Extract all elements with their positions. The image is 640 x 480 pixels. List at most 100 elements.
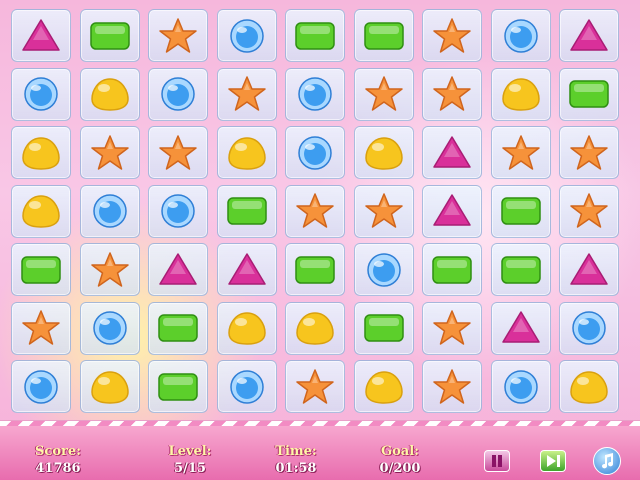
level-value: 5/15 xyxy=(174,461,206,476)
board-tile[interactable] xyxy=(490,243,551,296)
bubble-gem-icon xyxy=(572,311,606,345)
board-tile[interactable] xyxy=(353,67,414,121)
goal-stat: Goal: 0/200 xyxy=(360,444,440,476)
board-tile[interactable] xyxy=(422,301,482,355)
star-gem-icon xyxy=(22,310,60,345)
board-tile[interactable] xyxy=(216,243,277,296)
board-tile[interactable] xyxy=(353,301,414,355)
drop-gem-icon xyxy=(227,312,266,345)
board-tile[interactable] xyxy=(285,67,345,121)
bubble-gem-icon xyxy=(161,77,195,111)
bubble-gem-icon xyxy=(229,369,264,404)
board-tile[interactable] xyxy=(216,301,277,355)
board-tile[interactable] xyxy=(148,243,208,296)
board-tile[interactable] xyxy=(422,184,482,238)
drop-gem-icon xyxy=(22,195,60,228)
pause-button[interactable] xyxy=(484,450,510,472)
board-tile[interactable] xyxy=(490,360,551,413)
rectangle-gem-icon xyxy=(363,21,404,50)
board-tile[interactable] xyxy=(285,243,345,296)
bubble-gem-icon xyxy=(161,194,195,228)
board-tile[interactable] xyxy=(148,67,208,121)
board-tile[interactable] xyxy=(148,9,208,62)
score-stat: Score: 41786 xyxy=(18,444,98,476)
rectangle-gem-icon xyxy=(226,197,267,225)
board-tile[interactable] xyxy=(559,243,619,296)
star-gem-icon xyxy=(90,251,129,287)
bubble-gem-icon xyxy=(366,252,401,287)
star-gem-icon xyxy=(433,310,471,345)
board-tile[interactable] xyxy=(422,126,482,179)
board-tile[interactable] xyxy=(11,243,71,296)
board-tile[interactable] xyxy=(11,184,71,238)
music-button[interactable] xyxy=(593,447,621,475)
board-tile[interactable] xyxy=(285,301,345,355)
board-tile[interactable] xyxy=(422,9,482,62)
board-tile[interactable] xyxy=(79,126,140,179)
board-tile[interactable] xyxy=(285,9,345,62)
rectangle-gem-icon xyxy=(363,314,404,342)
board-tile[interactable] xyxy=(148,360,208,413)
board-tile[interactable] xyxy=(216,9,277,62)
skip-button[interactable] xyxy=(540,450,566,472)
board-tile[interactable] xyxy=(490,184,551,238)
board-tile[interactable] xyxy=(353,360,414,413)
board-tile[interactable] xyxy=(285,360,345,413)
star-gem-icon xyxy=(570,193,608,228)
board-tile[interactable] xyxy=(79,301,140,355)
board-tile[interactable] xyxy=(559,360,619,413)
board-tile[interactable] xyxy=(422,243,482,296)
bubble-gem-icon xyxy=(503,18,538,53)
board-tile[interactable] xyxy=(216,126,277,179)
board-tile[interactable] xyxy=(11,360,71,413)
board-tile[interactable] xyxy=(216,67,277,121)
rectangle-gem-icon xyxy=(295,21,335,50)
board-tile[interactable] xyxy=(490,9,551,62)
board-tile[interactable] xyxy=(11,126,71,179)
board-tile[interactable] xyxy=(11,9,71,62)
board-tile[interactable] xyxy=(79,184,140,238)
rectangle-gem-icon xyxy=(158,372,198,401)
board-tile[interactable] xyxy=(353,243,414,296)
board-tile[interactable] xyxy=(422,360,482,413)
time-value: 01:58 xyxy=(275,461,317,476)
board-tile[interactable] xyxy=(79,67,140,121)
board-tile[interactable] xyxy=(559,301,619,355)
rectangle-gem-icon xyxy=(569,80,609,108)
board-tile[interactable] xyxy=(216,360,277,413)
board-tile[interactable] xyxy=(11,301,71,355)
star-gem-icon xyxy=(296,368,334,404)
drop-gem-icon xyxy=(22,136,60,170)
board-tile[interactable] xyxy=(216,184,277,238)
board-tile[interactable] xyxy=(353,9,414,62)
star-gem-icon xyxy=(433,368,471,404)
board-tile[interactable] xyxy=(148,301,208,355)
board-tile[interactable] xyxy=(559,184,619,238)
board-tile[interactable] xyxy=(353,184,414,238)
board-tile[interactable] xyxy=(11,67,71,121)
star-gem-icon xyxy=(296,193,334,228)
board-tile[interactable] xyxy=(490,126,551,179)
time-label: Time: xyxy=(275,444,317,459)
board-tile[interactable] xyxy=(559,9,619,62)
board-tile[interactable] xyxy=(79,9,140,62)
board-tile[interactable] xyxy=(353,126,414,179)
board-tile[interactable] xyxy=(79,243,140,296)
board-tile[interactable] xyxy=(148,184,208,238)
board-tile[interactable] xyxy=(559,126,619,179)
board-tile[interactable] xyxy=(148,126,208,179)
board-tile[interactable] xyxy=(422,67,482,121)
drop-gem-icon xyxy=(364,136,403,170)
drop-gem-icon xyxy=(501,78,540,111)
score-label: Score: xyxy=(35,444,81,459)
star-gem-icon xyxy=(433,76,471,111)
board-tile[interactable] xyxy=(559,67,619,121)
drop-gem-icon xyxy=(296,312,334,345)
board-tile[interactable] xyxy=(490,67,551,121)
board-tile[interactable] xyxy=(285,126,345,179)
star-gem-icon xyxy=(501,134,540,170)
rectangle-gem-icon xyxy=(432,255,472,284)
board-tile[interactable] xyxy=(285,184,345,238)
board-tile[interactable] xyxy=(79,360,140,413)
board-tile[interactable] xyxy=(490,301,551,355)
